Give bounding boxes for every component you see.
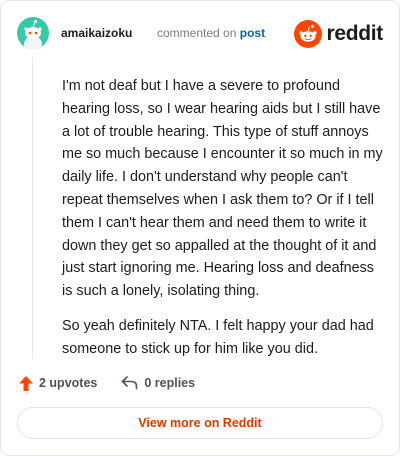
replies-button[interactable]: 0 replies [121, 376, 195, 390]
comment-paragraph: So yeah definitely NTA. I felt happy you… [62, 317, 374, 357]
comment-body: I'm not deaf but I have a severe to prof… [62, 75, 386, 373]
upvote-arrow-icon [19, 375, 33, 391]
comment-meta: commented on post [157, 26, 265, 40]
snoo-avatar-icon [24, 20, 42, 49]
comment-author[interactable]: amaikaizoku [61, 26, 132, 40]
thread-line [32, 57, 33, 359]
comment-paragraph: I'm not deaf but I have a severe to prof… [62, 78, 383, 300]
upvote-count: 2 upvotes [39, 376, 98, 390]
upvote-button[interactable]: 2 upvotes [19, 375, 98, 391]
post-link[interactable]: post [240, 26, 265, 40]
reddit-logo[interactable]: reddit [294, 19, 383, 49]
avatar[interactable] [17, 17, 49, 49]
reddit-snoo-icon [294, 20, 323, 48]
view-more-button[interactable]: View more on Reddit [17, 407, 383, 439]
reply-arrow-icon [122, 376, 138, 390]
comment-header: amaikaizoku commented on post reddit [17, 15, 383, 51]
action-text: commented on [157, 26, 237, 40]
reddit-comment-embed: amaikaizoku commented on post reddit I'm… [0, 0, 400, 456]
reply-count: 0 replies [144, 376, 196, 390]
comment-actions: 2 upvotes 0 replies [19, 373, 383, 393]
reddit-wordmark: reddit [326, 22, 383, 45]
